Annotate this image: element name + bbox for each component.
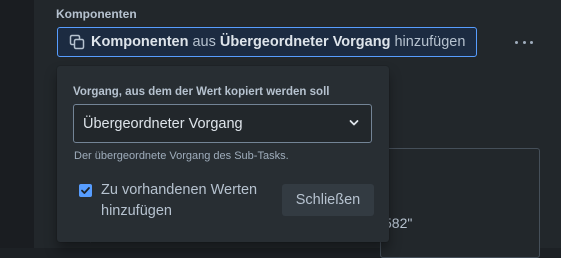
more-actions-button[interactable]: [511, 34, 537, 50]
source-field-label: Vorgang, aus dem der Wert kopiert werden…: [73, 86, 330, 98]
source-select-value: Übergeordneter Vorgang: [83, 115, 243, 132]
close-button[interactable]: Schließen: [282, 184, 374, 216]
action-field-name: Komponenten: [91, 34, 189, 50]
action-connector: aus: [188, 34, 220, 50]
action-verb: hinzufügen: [390, 34, 466, 50]
action-source-name: Übergeordneter Vorgang: [219, 34, 391, 50]
left-sidebar-edge: [0, 0, 34, 248]
add-from-parent-button[interactable]: Komponenten aus Übergeordneter Vorgang h…: [57, 27, 477, 57]
helper-text: Der übergeordnete Vorgang des Sub-Tasks.: [74, 150, 289, 162]
more-dot: [530, 40, 533, 44]
more-dot: [522, 40, 526, 44]
append-checkbox[interactable]: [79, 184, 92, 197]
append-checkbox-label[interactable]: Zu vorhandenen Werten hinzufügen: [101, 180, 281, 222]
source-select[interactable]: Übergeordneter Vorgang: [73, 104, 372, 143]
field-heading: Komponenten: [56, 7, 137, 21]
copy-icon: [69, 34, 85, 50]
background-card: [380, 148, 540, 258]
chevron-down-icon: [349, 120, 359, 126]
check-icon: [81, 187, 90, 194]
copy-value-popup: Vorgang, aus dem der Wert kopiert werden…: [57, 66, 389, 242]
more-dot: [515, 40, 518, 44]
